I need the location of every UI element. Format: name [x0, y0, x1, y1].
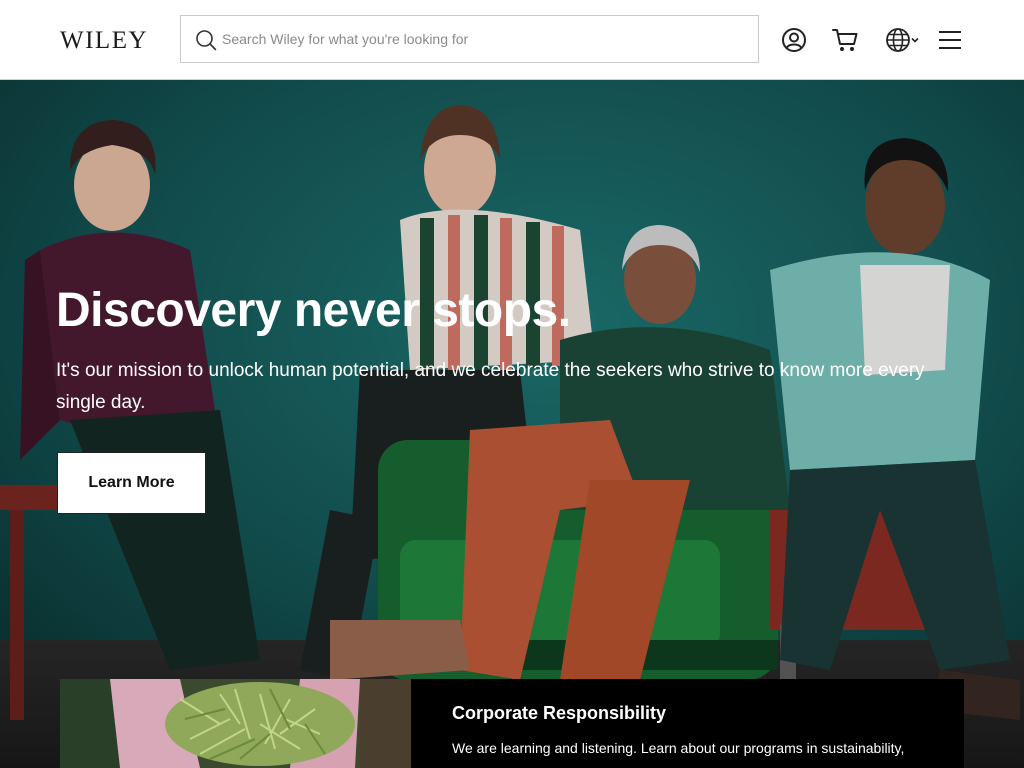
hero-photo [0, 80, 1024, 768]
chevron-down-icon[interactable] [910, 35, 920, 45]
search-icon[interactable] [195, 29, 217, 51]
site-header: WILEY [0, 0, 1024, 80]
cart-icon[interactable] [832, 27, 858, 53]
menu-icon[interactable] [938, 29, 962, 51]
card-text: We are learning and listening. Learn abo… [452, 740, 905, 756]
wiley-logo[interactable]: WILEY [60, 26, 148, 56]
card-image [60, 679, 411, 768]
corporate-responsibility-card[interactable]: Corporate Responsibility We are learning… [60, 679, 964, 768]
card-title[interactable]: Corporate Responsibility [452, 703, 666, 724]
globe-icon[interactable] [885, 27, 911, 53]
hero-banner: Discovery never stops. It's our mission … [0, 80, 1024, 768]
search-input[interactable] [222, 16, 742, 62]
pine-hands-image [60, 679, 411, 768]
hero-subtitle: It's our mission to unlock human potenti… [56, 360, 925, 413]
search-box[interactable] [180, 15, 759, 63]
account-icon[interactable] [781, 27, 807, 53]
learn-more-button[interactable]: Learn More [57, 452, 206, 514]
hero-title: Discovery never stops. [56, 284, 571, 337]
